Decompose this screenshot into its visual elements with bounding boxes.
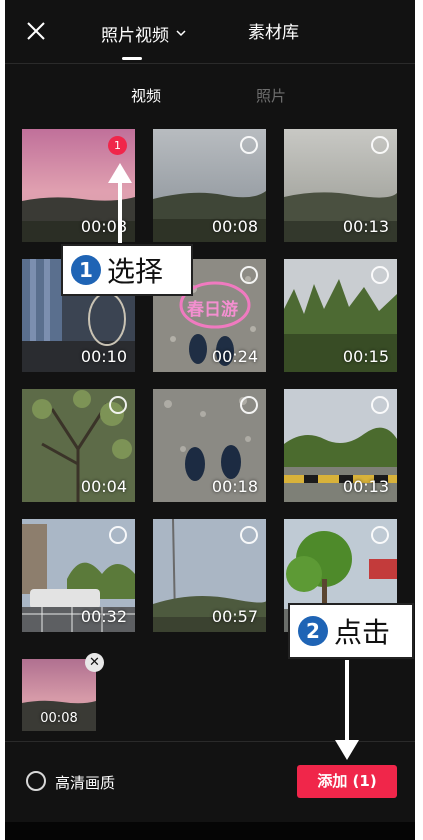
select-circle[interactable] xyxy=(371,526,389,544)
annotation-arrow-down xyxy=(335,660,359,760)
tab-photos-videos[interactable]: 照片视频 xyxy=(101,18,187,48)
select-circle[interactable] xyxy=(371,396,389,414)
selection-badge: 1 xyxy=(108,136,127,155)
select-circle[interactable] xyxy=(240,266,258,284)
chevron-down-icon xyxy=(176,30,186,37)
bottom-bar xyxy=(5,822,415,840)
video-duration: 00:04 xyxy=(80,477,127,496)
media-tile[interactable]: 00:13 xyxy=(284,129,397,242)
remove-clip-button[interactable]: ✕ xyxy=(85,653,104,672)
hd-quality-radio[interactable] xyxy=(26,771,46,791)
tab-material-library[interactable]: 素材库 xyxy=(248,18,299,48)
close-icon[interactable] xyxy=(25,20,47,42)
video-duration: 00:57 xyxy=(211,607,258,626)
select-circle[interactable] xyxy=(109,526,127,544)
video-duration: 00:24 xyxy=(211,347,258,366)
subtab-video[interactable]: 视频 xyxy=(131,85,161,106)
selected-clip-thumbnail[interactable]: 00:08 xyxy=(22,659,96,731)
video-duration: 00:13 xyxy=(342,477,389,496)
sticker-text: 春日游 xyxy=(187,300,238,320)
step-label: 点击 xyxy=(334,616,391,649)
media-tile[interactable]: 00:32 xyxy=(22,519,135,632)
select-circle[interactable] xyxy=(371,136,389,154)
select-circle[interactable] xyxy=(109,396,127,414)
selected-clip-duration: 00:08 xyxy=(40,711,78,726)
annotation-step-2: 2 点击 xyxy=(288,603,414,659)
video-duration: 00:32 xyxy=(80,607,127,626)
video-duration: 00:15 xyxy=(342,347,389,366)
header-divider xyxy=(5,63,415,64)
active-tab-indicator xyxy=(122,57,142,60)
step-number-badge: 1 xyxy=(71,255,101,285)
annotation-step-1: 1 选择 xyxy=(61,244,193,296)
hd-quality-label: 高清画质 xyxy=(55,774,116,792)
subtab-photo[interactable]: 照片 xyxy=(256,85,286,106)
media-tile[interactable]: 00:15 xyxy=(284,259,397,372)
select-circle[interactable] xyxy=(240,396,258,414)
media-tile[interactable]: 00:04 xyxy=(22,389,135,502)
select-circle[interactable] xyxy=(240,526,258,544)
step-label: 选择 xyxy=(107,255,164,288)
media-tile[interactable]: 00:18 xyxy=(153,389,266,502)
tab-photos-videos-label: 照片视频 xyxy=(101,25,169,46)
app-window: 照片视频 素材库 视频 照片 1 00:08 00:08 00:13 00:10… xyxy=(5,0,415,822)
select-circle[interactable] xyxy=(240,136,258,154)
video-duration: 00:13 xyxy=(342,217,389,236)
add-button[interactable]: 添加 (1) xyxy=(297,765,397,798)
video-duration: 00:08 xyxy=(211,217,258,236)
annotation-arrow-up xyxy=(108,163,132,243)
select-circle[interactable] xyxy=(371,266,389,284)
step-number-badge: 2 xyxy=(298,616,328,646)
video-duration: 00:10 xyxy=(80,347,127,366)
media-tile[interactable]: 00:08 xyxy=(153,129,266,242)
media-tile[interactable]: 00:13 xyxy=(284,389,397,502)
video-duration: 00:18 xyxy=(211,477,258,496)
media-tile[interactable]: 00:57 xyxy=(153,519,266,632)
